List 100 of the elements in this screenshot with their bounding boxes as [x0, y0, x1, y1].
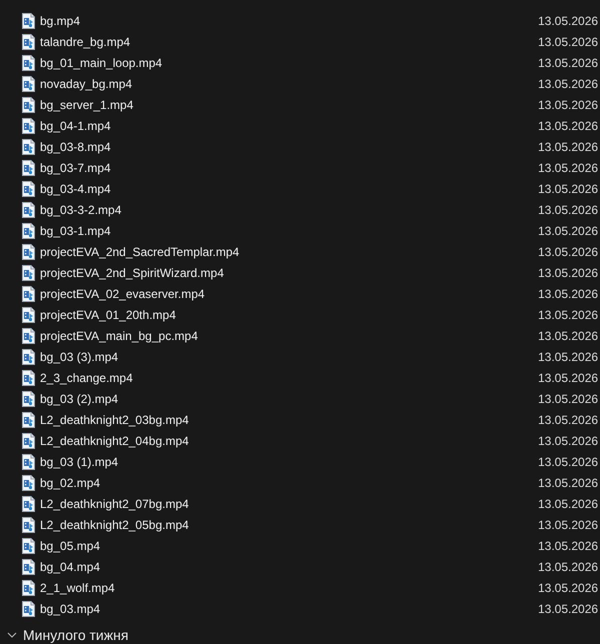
video-file-icon — [22, 474, 35, 490]
video-file-icon — [22, 390, 35, 406]
video-file-icon — [22, 454, 35, 470]
file-row[interactable]: bg_03.mp4 13.05.2026 — [0, 598, 600, 619]
date-modified: 13.05.2026 — [538, 392, 600, 406]
date-modified: 13.05.2026 — [538, 308, 600, 322]
file-name: bg_04-1.mp4 — [40, 118, 112, 132]
file-name: bg_03.mp4 — [40, 602, 102, 616]
file-name: bg_03 (1).mp4 — [40, 454, 120, 468]
date-modified: 13.05.2026 — [538, 224, 600, 238]
file-row[interactable]: L2_deathknight2_03bg.mp4 13.05.2026 — [0, 409, 600, 430]
file-name: bg_03-4.mp4 — [40, 182, 112, 196]
file-row[interactable]: bg.mp4 13.05.2026 — [0, 10, 600, 31]
file-row[interactable]: bg_02.mp4 13.05.2026 — [0, 472, 600, 493]
date-modified: 13.05.2026 — [538, 602, 600, 616]
video-file-icon — [22, 76, 35, 92]
file-name: L2_deathknight2_05bg.mp4 — [40, 518, 190, 532]
video-file-icon — [22, 160, 35, 176]
date-modified: 13.05.2026 — [538, 14, 600, 28]
date-modified: 13.05.2026 — [538, 202, 600, 216]
file-row[interactable]: L2_deathknight2_05bg.mp4 13.05.2026 — [0, 514, 600, 535]
file-row[interactable]: projectEVA_2nd_SacredTemplar.mp4 13.05.2026 — [0, 241, 600, 262]
file-name: projectEVA_2nd_SpiritWizard.mp4 — [40, 266, 225, 280]
file-row[interactable]: bg_04-1.mp4 13.05.2026 — [0, 115, 600, 136]
file-row[interactable]: bg_03 (1).mp4 13.05.2026 — [0, 451, 600, 472]
file-row[interactable]: novaday_bg.mp4 13.05.2026 — [0, 73, 600, 94]
file-name: bg.mp4 — [40, 14, 82, 28]
file-name: novaday_bg.mp4 — [40, 76, 134, 90]
file-name: bg_03-8.mp4 — [40, 140, 112, 154]
video-file-icon — [22, 348, 35, 364]
file-name: L2_deathknight2_07bg.mp4 — [40, 496, 190, 510]
date-modified: 13.05.2026 — [538, 370, 600, 384]
date-modified: 13.05.2026 — [538, 34, 600, 48]
video-file-icon — [22, 138, 35, 154]
file-row[interactable]: bg_01_main_loop.mp4 13.05.2026 — [0, 52, 600, 73]
file-row[interactable]: bg_04.mp4 13.05.2026 — [0, 556, 600, 577]
group-header[interactable]: Минулого тижня — [0, 624, 600, 644]
file-name: bg_03-3-2.mp4 — [40, 202, 122, 216]
file-name: bg_03-1.mp4 — [40, 224, 112, 238]
file-name: projectEVA_02_evaserver.mp4 — [40, 286, 206, 300]
file-row[interactable]: L2_deathknight2_04bg.mp4 13.05.2026 — [0, 430, 600, 451]
date-modified: 13.05.2026 — [538, 160, 600, 174]
file-name: L2_deathknight2_03bg.mp4 — [40, 412, 190, 426]
file-row[interactable]: projectEVA_02_evaserver.mp4 13.05.2026 — [0, 283, 600, 304]
date-modified: 13.05.2026 — [538, 518, 600, 532]
file-row[interactable]: L2_deathknight2_07bg.mp4 13.05.2026 — [0, 493, 600, 514]
video-file-icon — [22, 432, 35, 448]
file-name: bg_01_main_loop.mp4 — [40, 56, 164, 70]
file-row[interactable]: 2_1_wolf.mp4 13.05.2026 — [0, 577, 600, 598]
video-file-icon — [22, 516, 35, 532]
file-name: bg_03 (2).mp4 — [40, 392, 120, 406]
video-file-icon — [22, 306, 35, 322]
file-name: projectEVA_2nd_SacredTemplar.mp4 — [40, 244, 240, 258]
file-row[interactable]: bg_03-3-2.mp4 13.05.2026 — [0, 199, 600, 220]
date-modified: 13.05.2026 — [538, 244, 600, 258]
video-file-icon — [22, 202, 35, 218]
file-name: bg_server_1.mp4 — [40, 98, 134, 112]
file-name: projectEVA_main_bg_pc.mp4 — [40, 328, 199, 342]
file-row[interactable]: bg_03-4.mp4 13.05.2026 — [0, 178, 600, 199]
date-modified: 13.05.2026 — [538, 118, 600, 132]
date-modified: 13.05.2026 — [538, 476, 600, 490]
date-modified: 13.05.2026 — [538, 350, 600, 364]
file-row[interactable]: projectEVA_01_20th.mp4 13.05.2026 — [0, 304, 600, 325]
date-modified: 13.05.2026 — [538, 560, 600, 574]
video-file-icon — [22, 54, 35, 70]
file-name: bg_03 (3).mp4 — [40, 350, 120, 364]
video-file-icon — [22, 412, 35, 428]
date-modified: 13.05.2026 — [538, 434, 600, 448]
video-file-icon — [22, 370, 35, 386]
file-row[interactable]: bg_03 (3).mp4 13.05.2026 — [0, 346, 600, 367]
file-name: bg_02.mp4 — [40, 476, 102, 490]
date-modified: 13.05.2026 — [538, 140, 600, 154]
file-name: bg_03-7.mp4 — [40, 160, 112, 174]
file-row[interactable]: bg_05.mp4 13.05.2026 — [0, 535, 600, 556]
file-name: bg_04.mp4 — [40, 560, 102, 574]
date-modified: 13.05.2026 — [538, 328, 600, 342]
video-file-icon — [22, 328, 35, 344]
file-name: 2_3_change.mp4 — [40, 370, 134, 384]
video-file-icon — [22, 286, 35, 302]
date-modified: 13.05.2026 — [538, 98, 600, 112]
date-modified: 13.05.2026 — [538, 496, 600, 510]
video-file-icon — [22, 180, 35, 196]
date-modified: 13.05.2026 — [538, 76, 600, 90]
file-row[interactable]: projectEVA_main_bg_pc.mp4 13.05.2026 — [0, 325, 600, 346]
file-row[interactable]: bg_03-1.mp4 13.05.2026 — [0, 220, 600, 241]
video-file-icon — [22, 600, 35, 616]
file-name: talandre_bg.mp4 — [40, 34, 132, 48]
date-modified: 13.05.2026 — [538, 56, 600, 70]
video-file-icon — [22, 118, 35, 134]
file-row[interactable]: bg_03 (2).mp4 13.05.2026 — [0, 388, 600, 409]
video-file-icon — [22, 222, 35, 238]
video-file-icon — [22, 244, 35, 260]
file-row[interactable]: talandre_bg.mp4 13.05.2026 — [0, 31, 600, 52]
file-row[interactable]: bg_03-8.mp4 13.05.2026 — [0, 136, 600, 157]
file-row[interactable]: bg_server_1.mp4 13.05.2026 — [0, 94, 600, 115]
video-file-icon — [22, 96, 35, 112]
file-row[interactable]: projectEVA_2nd_SpiritWizard.mp4 13.05.2026 — [0, 262, 600, 283]
group-title: Минулого тижня — [23, 627, 128, 643]
file-row[interactable]: 2_3_change.mp4 13.05.2026 — [0, 367, 600, 388]
file-row[interactable]: bg_03-7.mp4 13.05.2026 — [0, 157, 600, 178]
